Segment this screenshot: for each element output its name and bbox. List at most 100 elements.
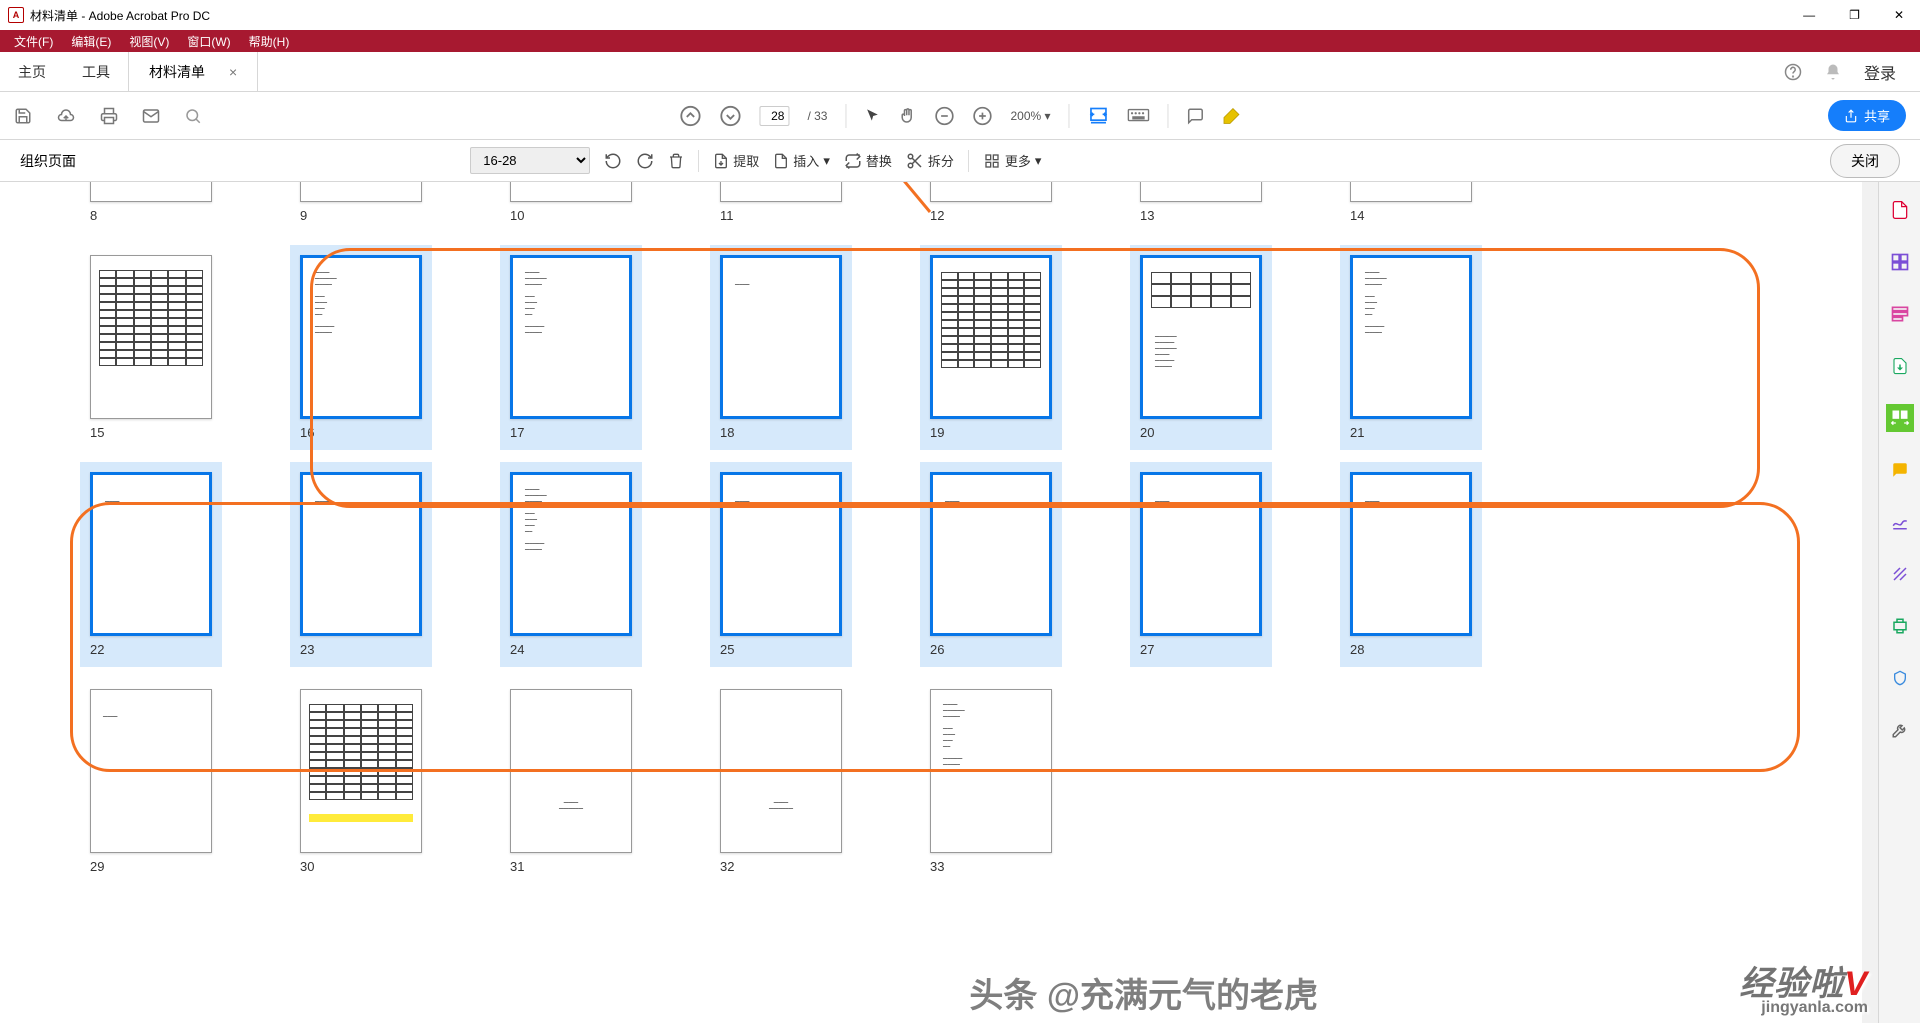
insert-button[interactable]: 插入 ▾ [773, 151, 830, 170]
page-number-label: 26 [930, 642, 1052, 657]
bell-icon[interactable] [1824, 63, 1842, 81]
page-input[interactable] [759, 106, 789, 126]
main-toolbar: / 33 200% ▾ 共享 [0, 92, 1920, 140]
rotate-ccw-button[interactable] [604, 152, 622, 170]
page-thumbnail[interactable]: ━━━━━━━━━━━━━━━━━━━━━━━━━━━━━━━━━━━━━━━━… [1346, 245, 1476, 450]
tab-close-button[interactable]: × [229, 64, 237, 80]
page-up-icon[interactable] [679, 105, 701, 127]
organize-toolbar: 组织页面 16-28 提取 插入 ▾ 替换 拆分 更多 ▾ 关闭 [0, 140, 1920, 182]
rail-redact-icon[interactable] [1886, 560, 1914, 588]
range-select[interactable]: 16-28 [470, 147, 590, 174]
page-number-label: 31 [510, 859, 632, 874]
share-button[interactable]: 共享 [1828, 100, 1906, 131]
split-button[interactable]: 拆分 [906, 151, 954, 170]
rail-organize-icon[interactable] [1886, 404, 1914, 432]
page-thumbnail[interactable]: ━━━━━━━8 [86, 182, 216, 233]
menu-window[interactable]: 窗口(W) [179, 31, 238, 52]
zoom-out-icon[interactable] [934, 106, 954, 126]
print-icon[interactable] [100, 107, 118, 125]
page-thumbnail[interactable]: ━━━━━━25 [716, 462, 846, 667]
page-thumbnail[interactable]: 15 [86, 245, 216, 450]
page-down-icon[interactable] [719, 105, 741, 127]
page-total: / 33 [807, 109, 827, 123]
mail-icon[interactable] [142, 107, 160, 125]
rail-export-icon[interactable] [1886, 352, 1914, 380]
page-number-label: 21 [1350, 425, 1472, 440]
page-thumbnail[interactable]: ━━━━━━━━━━━━━━━━━━━━━━━━━━━━━━━━━━━━━━━━… [926, 679, 1056, 884]
pointer-icon[interactable] [864, 108, 880, 124]
page-number-label: 30 [300, 859, 422, 874]
page-thumbnail[interactable]: ━━━━━━━11 [716, 182, 846, 233]
page-thumbnail[interactable]: ━━━━━━━━━━━━━━━━━━━━━━━━━━━━━━━━━━━━━━━━… [1136, 245, 1266, 450]
cloud-upload-icon[interactable] [56, 107, 76, 125]
rail-create-pdf-icon[interactable] [1886, 196, 1914, 224]
page-number-label: 14 [1350, 208, 1472, 223]
document-tabs: 主页 工具 材料清单 × 登录 [0, 52, 1920, 92]
page-number-label: 17 [510, 425, 632, 440]
page-thumbnail[interactable]: ━━━━━━━━━━━━━━━━━━━━━━━━━━━━━━━━━━━━━━━━… [506, 462, 636, 667]
page-number-label: 19 [930, 425, 1052, 440]
save-icon[interactable] [14, 107, 32, 125]
rail-comment-icon[interactable] [1886, 456, 1914, 484]
close-window-button[interactable]: ✕ [1894, 8, 1904, 22]
minimize-button[interactable]: — [1803, 8, 1815, 22]
page-thumbnail[interactable]: ━━━━━━18 [716, 245, 846, 450]
search-icon[interactable] [184, 107, 202, 125]
rotate-cw-button[interactable] [636, 152, 654, 170]
tab-document[interactable]: 材料清单 × [129, 52, 258, 91]
comment-icon[interactable] [1187, 107, 1205, 125]
rail-combine-icon[interactable] [1886, 248, 1914, 276]
rail-fill-sign-icon[interactable] [1886, 508, 1914, 536]
menu-help[interactable]: 帮助(H) [241, 31, 298, 52]
menu-file[interactable]: 文件(F) [6, 31, 61, 52]
rail-print-production-icon[interactable] [1886, 612, 1914, 640]
tab-document-label: 材料清单 [149, 62, 205, 82]
page-number-label: 33 [930, 859, 1052, 874]
page-thumbnail[interactable]: ━━━━━━23 [296, 462, 426, 667]
page-thumbnail[interactable]: 19 [926, 245, 1056, 450]
page-thumbnail[interactable]: ━━━━━━━9 [296, 182, 426, 233]
page-thumbnail[interactable]: ━━━━━━28 [1346, 462, 1476, 667]
page-thumbnail[interactable]: ━━━━━━━━━━━━━━━━━━━━━━━━━━━━━━━━━━━━━━━━… [296, 245, 426, 450]
highlight-icon[interactable] [1223, 107, 1241, 125]
rail-protect-icon[interactable] [1886, 664, 1914, 692]
page-thumbnail[interactable]: ━━━━━━━━━━━━━━━━32 [716, 679, 846, 884]
page-thumbnail[interactable]: ━━━━━━22 [86, 462, 216, 667]
watermark-brand: 经验啦V jingyanla.com [1739, 956, 1868, 1017]
hand-icon[interactable] [898, 107, 916, 125]
scrollbar[interactable] [1862, 182, 1878, 1023]
zoom-select[interactable]: 200% ▾ [1010, 109, 1050, 123]
share-label: 共享 [1864, 106, 1890, 125]
page-thumbnail[interactable]: ━━━━━━━13 [1136, 182, 1266, 233]
fit-width-icon[interactable] [1088, 106, 1110, 126]
menu-view[interactable]: 视图(V) [121, 31, 177, 52]
page-thumbnail[interactable]: ━━━━━━━14 [1346, 182, 1476, 233]
page-thumbnail[interactable]: ━━━━━━26 [926, 462, 1056, 667]
rail-edit-icon[interactable] [1886, 300, 1914, 328]
delete-button[interactable] [668, 152, 684, 170]
page-thumbnail[interactable]: ━━━━━━━━━━━━━━━━31 [506, 679, 636, 884]
page-thumbnail[interactable]: ━━━━━━━━━━━━━━━━━━━━━━━━━━━━━━━━━━━━━━━━… [506, 245, 636, 450]
maximize-button[interactable]: ❐ [1849, 8, 1860, 22]
rail-more-tools-icon[interactable] [1886, 716, 1914, 744]
page-thumbnail[interactable]: ━━━━━━━10 [506, 182, 636, 233]
page-thumbnail[interactable]: ━━━━━━━12 [926, 182, 1056, 233]
tab-tools[interactable]: 工具 [64, 62, 128, 82]
page-thumbnail[interactable]: 30 [296, 679, 426, 884]
page-number-label: 9 [300, 208, 422, 223]
keyboard-icon[interactable] [1128, 108, 1150, 124]
title-bar: A 材料清单 - Adobe Acrobat Pro DC — ❐ ✕ [0, 0, 1920, 30]
page-thumbnail[interactable]: ━━━━━━29 [86, 679, 216, 884]
page-number-label: 15 [90, 425, 212, 440]
page-thumbnail[interactable]: ━━━━━━27 [1136, 462, 1266, 667]
close-panel-button[interactable]: 关闭 [1830, 144, 1900, 178]
page-number-label: 11 [720, 208, 842, 223]
help-icon[interactable] [1784, 63, 1802, 81]
login-button[interactable]: 登录 [1864, 60, 1896, 84]
extract-button[interactable]: 提取 [713, 151, 759, 170]
zoom-in-icon[interactable] [972, 106, 992, 126]
menu-edit[interactable]: 编辑(E) [63, 31, 119, 52]
replace-button[interactable]: 替换 [844, 151, 892, 170]
more-button[interactable]: 更多 ▾ [983, 151, 1042, 170]
tab-home[interactable]: 主页 [0, 62, 64, 82]
